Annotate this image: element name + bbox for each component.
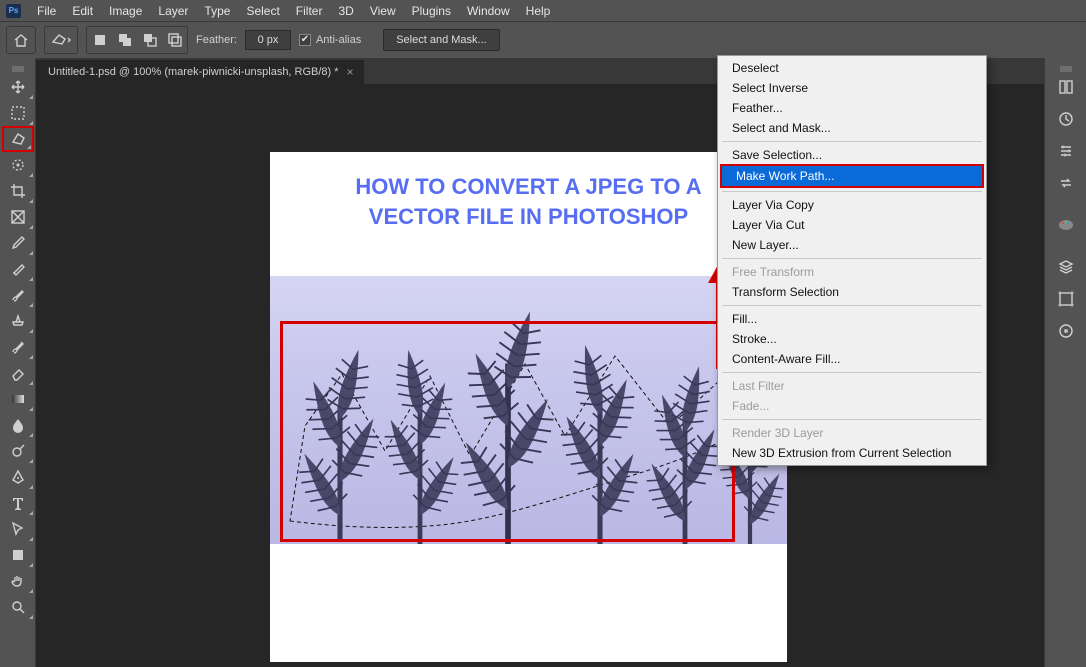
dodge-tool[interactable] — [2, 438, 34, 464]
menu-layer[interactable]: Layer — [150, 2, 196, 20]
channels-icon[interactable] — [1048, 318, 1084, 344]
clone-stamp-tool[interactable] — [2, 308, 34, 334]
document-canvas[interactable]: HOW TO CONVERT A JPEG TO A VECTOR FILE I… — [270, 152, 787, 662]
feather-input[interactable] — [245, 30, 291, 50]
paths-icon[interactable] — [1048, 286, 1084, 312]
menu-plugins[interactable]: Plugins — [404, 2, 459, 20]
color-icon[interactable] — [1048, 212, 1084, 238]
context-fade: Fade... — [718, 396, 986, 416]
menu-file[interactable]: File — [29, 2, 64, 20]
context-new-d-extrusion-from-current-selection[interactable]: New 3D Extrusion from Current Selection — [718, 443, 986, 463]
menu-type[interactable]: Type — [196, 2, 238, 20]
crop-tool[interactable] — [2, 178, 34, 204]
frame-tool[interactable] — [2, 204, 34, 230]
antialias-checkbox[interactable]: ✔ — [299, 34, 311, 46]
pen-tool[interactable] — [2, 464, 34, 490]
menu-filter[interactable]: Filter — [288, 2, 331, 20]
selection-mode-group — [86, 26, 188, 54]
antialias-label: Anti-alias — [316, 34, 361, 46]
context-content-aware-fill[interactable]: Content-Aware Fill... — [718, 349, 986, 369]
libraries-icon[interactable] — [1048, 74, 1084, 100]
tab-title: Untitled-1.psd @ 100% (marek-piwnicki-un… — [48, 66, 339, 78]
context-save-selection[interactable]: Save Selection... — [718, 145, 986, 165]
selection-context-menu: DeselectSelect InverseFeather...Select a… — [717, 55, 987, 466]
home-button[interactable] — [6, 26, 36, 54]
zoom-tool[interactable] — [2, 594, 34, 620]
menubar: Ps FileEditImageLayerTypeSelectFilter3DV… — [0, 0, 1086, 21]
context-transform-selection[interactable]: Transform Selection — [718, 282, 986, 302]
context-separator — [722, 305, 982, 306]
layers-icon[interactable] — [1048, 254, 1084, 280]
hand-tool[interactable] — [2, 568, 34, 594]
context-stroke[interactable]: Stroke... — [718, 329, 986, 349]
context-separator — [722, 141, 982, 142]
menu-select[interactable]: Select — [238, 2, 287, 20]
subtract-selection-mode[interactable] — [137, 27, 162, 53]
check-icon: ✔ — [301, 35, 309, 45]
context-separator — [722, 191, 982, 192]
app-logo: Ps — [6, 4, 21, 18]
shape-tool[interactable] — [2, 542, 34, 568]
doc-title-line2: VECTOR FILE IN PHOTOSHOP — [270, 202, 787, 232]
move-tool[interactable] — [2, 74, 34, 100]
quick-select-tool[interactable] — [2, 152, 34, 178]
context-separator — [722, 258, 982, 259]
add-selection-mode[interactable] — [112, 27, 137, 53]
tools-panel — [0, 58, 36, 667]
context-separator — [722, 419, 982, 420]
eyedropper-tool[interactable] — [2, 230, 34, 256]
context-layer-via-copy[interactable]: Layer Via Copy — [718, 195, 986, 215]
new-selection-mode[interactable] — [87, 27, 112, 53]
path-select-tool[interactable] — [2, 516, 34, 542]
right-panel-dock — [1044, 58, 1086, 667]
eraser-tool[interactable] — [2, 360, 34, 386]
context-last-filter: Last Filter — [718, 376, 986, 396]
menu-help[interactable]: Help — [518, 2, 559, 20]
context-separator — [722, 372, 982, 373]
history-brush-tool[interactable] — [2, 334, 34, 360]
tutorial-highlight-box — [280, 321, 735, 542]
menu-image[interactable]: Image — [101, 2, 150, 20]
context-free-transform: Free Transform — [718, 262, 986, 282]
lasso-tool[interactable] — [2, 126, 34, 152]
healing-brush-tool[interactable] — [2, 256, 34, 282]
brush-tool[interactable] — [2, 282, 34, 308]
marquee-tool[interactable] — [2, 100, 34, 126]
menu-3d[interactable]: 3D — [330, 2, 361, 20]
adjustments-icon[interactable] — [1048, 138, 1084, 164]
options-bar: Feather: ✔ Anti-alias Select and Mask... — [0, 21, 1086, 58]
menu-edit[interactable]: Edit — [64, 2, 101, 20]
document-tab[interactable]: Untitled-1.psd @ 100% (marek-piwnicki-un… — [36, 60, 364, 84]
intersect-selection-mode[interactable] — [162, 27, 187, 53]
context-make-work-path[interactable]: Make Work Path... — [722, 166, 982, 186]
panel-grip[interactable] — [1048, 64, 1084, 74]
context-fill[interactable]: Fill... — [718, 309, 986, 329]
home-icon — [13, 33, 29, 47]
tool-preset-dropdown[interactable] — [44, 26, 78, 54]
select-and-mask-button[interactable]: Select and Mask... — [383, 29, 500, 51]
context-feather[interactable]: Feather... — [718, 98, 986, 118]
menu-view[interactable]: View — [362, 2, 404, 20]
close-icon[interactable]: × — [347, 65, 354, 79]
context-layer-via-cut[interactable]: Layer Via Cut — [718, 215, 986, 235]
context-new-layer[interactable]: New Layer... — [718, 235, 986, 255]
feather-label: Feather: — [196, 34, 237, 46]
history-icon[interactable] — [1048, 106, 1084, 132]
doc-title-line1: HOW TO CONVERT A JPEG TO A — [270, 172, 787, 202]
context-select-inverse[interactable]: Select Inverse — [718, 78, 986, 98]
context-select-and-mask[interactable]: Select and Mask... — [718, 118, 986, 138]
type-tool[interactable] — [2, 490, 34, 516]
swap-icon[interactable] — [1048, 170, 1084, 196]
context-deselect[interactable]: Deselect — [718, 58, 986, 78]
gradient-tool[interactable] — [2, 386, 34, 412]
panel-grip[interactable] — [0, 64, 36, 74]
context-render-d-layer: Render 3D Layer — [718, 423, 986, 443]
doc-title: HOW TO CONVERT A JPEG TO A VECTOR FILE I… — [270, 152, 787, 231]
lasso-icon — [50, 32, 72, 48]
blur-tool[interactable] — [2, 412, 34, 438]
menu-window[interactable]: Window — [459, 2, 518, 20]
